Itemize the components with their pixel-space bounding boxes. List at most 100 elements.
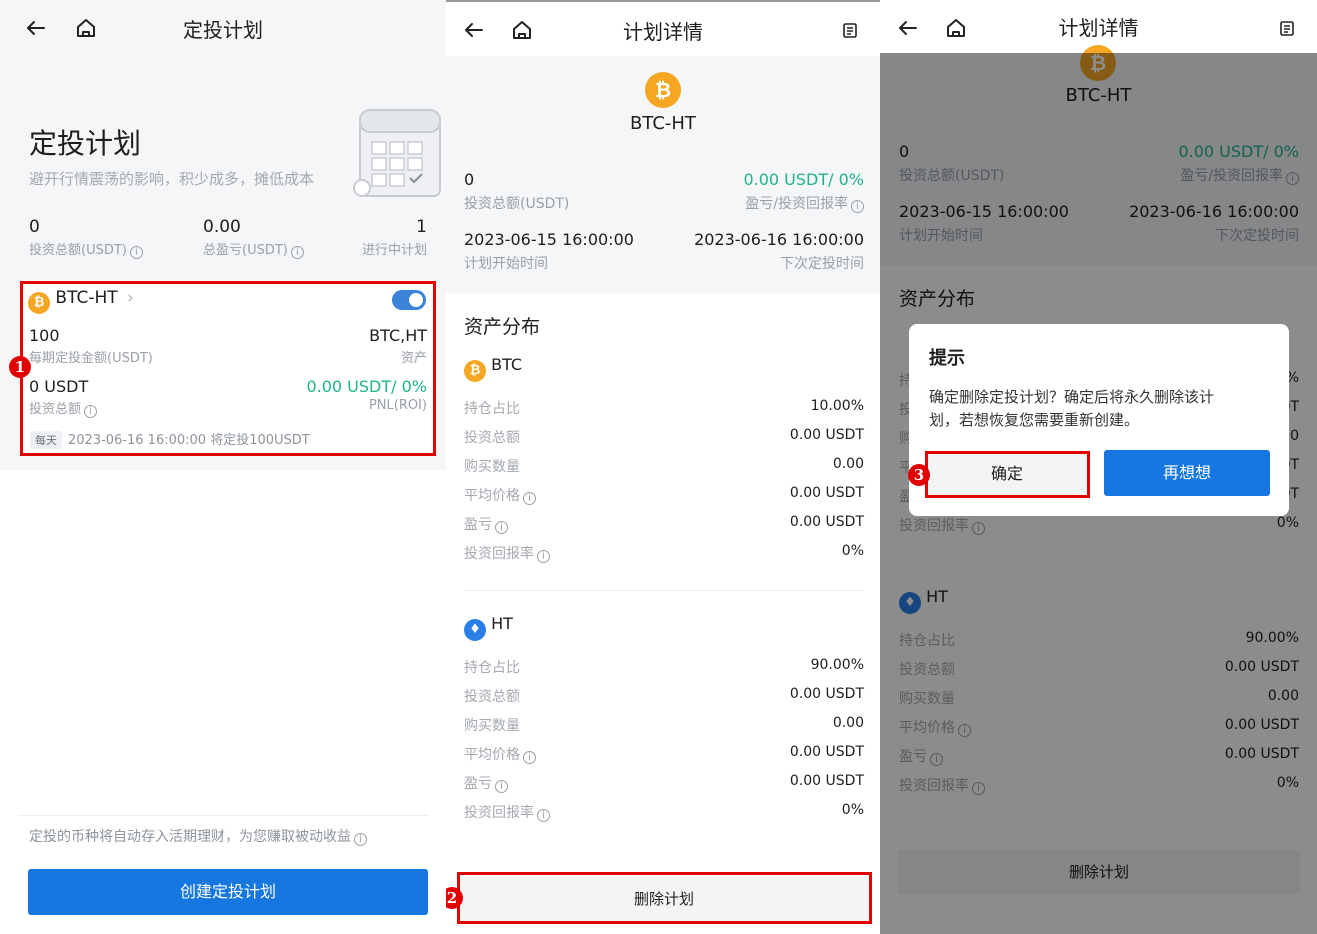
asset-row-value: 0.00	[832, 456, 864, 472]
info-icon[interactable]: i	[523, 492, 536, 505]
asset-row-value: 0.00 USDT	[789, 485, 864, 501]
asset-row-value: 0.00 USDT	[789, 686, 864, 702]
asset-row-label: 平均价格	[464, 747, 520, 763]
stat-invest-label: 投资总额(USDT) i	[29, 239, 143, 259]
asset-row-label: 投资回报率	[464, 805, 534, 821]
list-empty-area	[0, 470, 446, 934]
confirm-dialog: 提示 确定删除定投计划？确定后将永久删除该计 划，若想恢复您需要重新创建。 确定…	[909, 324, 1289, 516]
document-icon	[1280, 21, 1294, 36]
asset-row-label: 购买数量	[464, 718, 520, 734]
asset-row: 盈亏i 0.00 USDT	[464, 514, 864, 534]
asset-row: 投资总额 0.00 USDT	[464, 686, 864, 706]
arrow-left-icon	[27, 21, 45, 35]
asset-row-value: 0%	[841, 543, 864, 559]
asset-row: 持仓占比 90.00%	[464, 657, 864, 677]
info-icon[interactable]: i	[537, 550, 550, 563]
asset-row-value: 0.00 USDT	[789, 773, 864, 789]
back-button[interactable]	[894, 14, 922, 42]
info-icon[interactable]: i	[354, 833, 367, 846]
asset-row-label: 投资总额	[464, 430, 520, 446]
delete-plan-button[interactable]: 删除计划	[460, 877, 868, 921]
dialog-message: 确定删除定投计划？确定后将永久删除该计 划，若想恢复您需要重新创建。	[929, 388, 1215, 429]
stat-pnl-value: 0.00	[203, 217, 241, 237]
plan-pair: BTC-HT	[55, 288, 118, 308]
pair-name: BTC-HT	[630, 113, 696, 134]
info-icon[interactable]: i	[290, 246, 304, 259]
btc-coin-icon: ₿	[464, 360, 486, 382]
info-icon[interactable]: i	[523, 751, 536, 764]
invest-total-value: 0	[464, 170, 475, 189]
home-button[interactable]	[942, 14, 970, 42]
asset-row-value: 0.00 USDT	[789, 427, 864, 443]
footer-note: 定投的币种将自动存入活期理财，为您赚取被动收益 i	[29, 826, 367, 846]
section-title: 资产分布	[464, 316, 541, 338]
plan-card[interactable]: ₿ BTC-HT › 100 每期定投金额(USDT) BTC,HT 资产 0 …	[22, 284, 434, 453]
asset-row-value: 0.00 USDT	[789, 514, 864, 530]
back-button[interactable]	[22, 14, 50, 42]
asset-row-label: 盈亏	[464, 517, 492, 533]
info-icon[interactable]: i	[495, 521, 508, 534]
plan-amount-label: 每期定投金额(USDT)	[29, 351, 153, 366]
asset-btc-header: ₿ BTC	[464, 355, 522, 382]
asset-row: 购买数量 0.00	[464, 715, 864, 735]
btc-coin-icon: ₿	[28, 292, 50, 314]
asset-row: 持仓占比 10.00%	[464, 398, 864, 418]
start-time-label: 计划开始时间	[464, 256, 548, 272]
home-icon	[947, 19, 965, 37]
home-icon	[77, 19, 95, 37]
frequency-badge: 每天	[30, 431, 62, 449]
step-marker: 3	[908, 464, 930, 486]
info-icon[interactable]: i	[129, 246, 143, 259]
next-time-label: 下次定投时间	[780, 256, 864, 272]
asset-row-label: 投资回报率	[464, 546, 534, 562]
page-title: 定投计划	[183, 18, 263, 42]
btc-coin-icon: ₿	[645, 72, 681, 108]
ht-coin-icon: ♦	[464, 619, 486, 641]
records-button[interactable]	[1273, 14, 1301, 42]
pnl-label: 盈亏/投资回报率 i	[745, 193, 864, 213]
plan-pair-link[interactable]: ₿ BTC-HT ›	[28, 288, 134, 314]
plan-list-screen: 定投计划 定投计划 避开行情震荡的影响，积少成多，摊低成本 0 投资总额(USD…	[0, 0, 446, 934]
plan-pnl: 0.00 USDT/ 0%	[306, 377, 427, 396]
plan-assets: BTC,HT	[369, 326, 427, 345]
asset-row: 平均价格i 0.00 USDT	[464, 485, 864, 505]
home-button[interactable]	[508, 16, 536, 44]
asset-row-value: 10.00%	[810, 398, 864, 414]
plan-schedule: 每天 2023-06-16 16:00:00 将定投100USDT	[30, 429, 310, 449]
plan-pnl-label: PNL(ROI)	[368, 398, 427, 413]
plan-summary: ₿ BTC-HT 0 投资总额(USDT) 0.00 USDT/ 0% 盈亏/投…	[446, 56, 880, 293]
asset-row-label: 盈亏	[464, 776, 492, 792]
plan-detail-screen: 计划详情 ₿ BTC-HT 0 投资总额(USDT) 0.00 USDT/ 0%…	[446, 0, 880, 934]
stat-pnl-label: 总盈亏(USDT) i	[203, 239, 304, 259]
plan-amount: 100	[29, 326, 60, 345]
info-icon[interactable]: i	[495, 780, 508, 793]
asset-row-value: 0.00 USDT	[789, 744, 864, 760]
create-plan-button[interactable]: 创建定投计划	[28, 869, 428, 915]
info-icon[interactable]: i	[851, 200, 864, 213]
hero-title: 定投计划	[29, 127, 142, 160]
confirm-button[interactable]: 确定	[927, 452, 1087, 496]
plan-toggle[interactable]	[392, 290, 426, 310]
asset-row: 投资回报率 i 0%	[464, 802, 864, 822]
asset-row: 投资总额 0.00 USDT	[464, 427, 864, 447]
back-button[interactable]	[460, 16, 488, 44]
stat-active-value: 1	[416, 217, 427, 237]
arrow-left-icon	[899, 21, 917, 35]
plan-assets-label: 资产	[400, 351, 427, 366]
home-button[interactable]	[72, 14, 100, 42]
invest-total-label: 投资总额(USDT)	[464, 196, 570, 212]
asset-row: 购买数量 0.00	[464, 456, 864, 476]
asset-row-label: 投资总额	[464, 689, 520, 705]
divider	[464, 590, 864, 591]
nav-bar: 定投计划	[0, 0, 446, 56]
stat-active-label: 进行中计划	[361, 243, 427, 258]
cancel-button[interactable]: 再想想	[1104, 450, 1270, 496]
info-icon[interactable]: i	[537, 809, 550, 822]
asset-row-label: 购买数量	[464, 459, 520, 475]
records-button[interactable]	[836, 16, 864, 44]
asset-ht-header: ♦ HT	[464, 614, 513, 641]
pnl-value: 0.00 USDT/ 0%	[743, 170, 864, 189]
asset-row-value: 90.00%	[810, 657, 864, 673]
stat-invest-value: 0	[29, 217, 40, 237]
info-icon[interactable]: i	[84, 405, 98, 418]
